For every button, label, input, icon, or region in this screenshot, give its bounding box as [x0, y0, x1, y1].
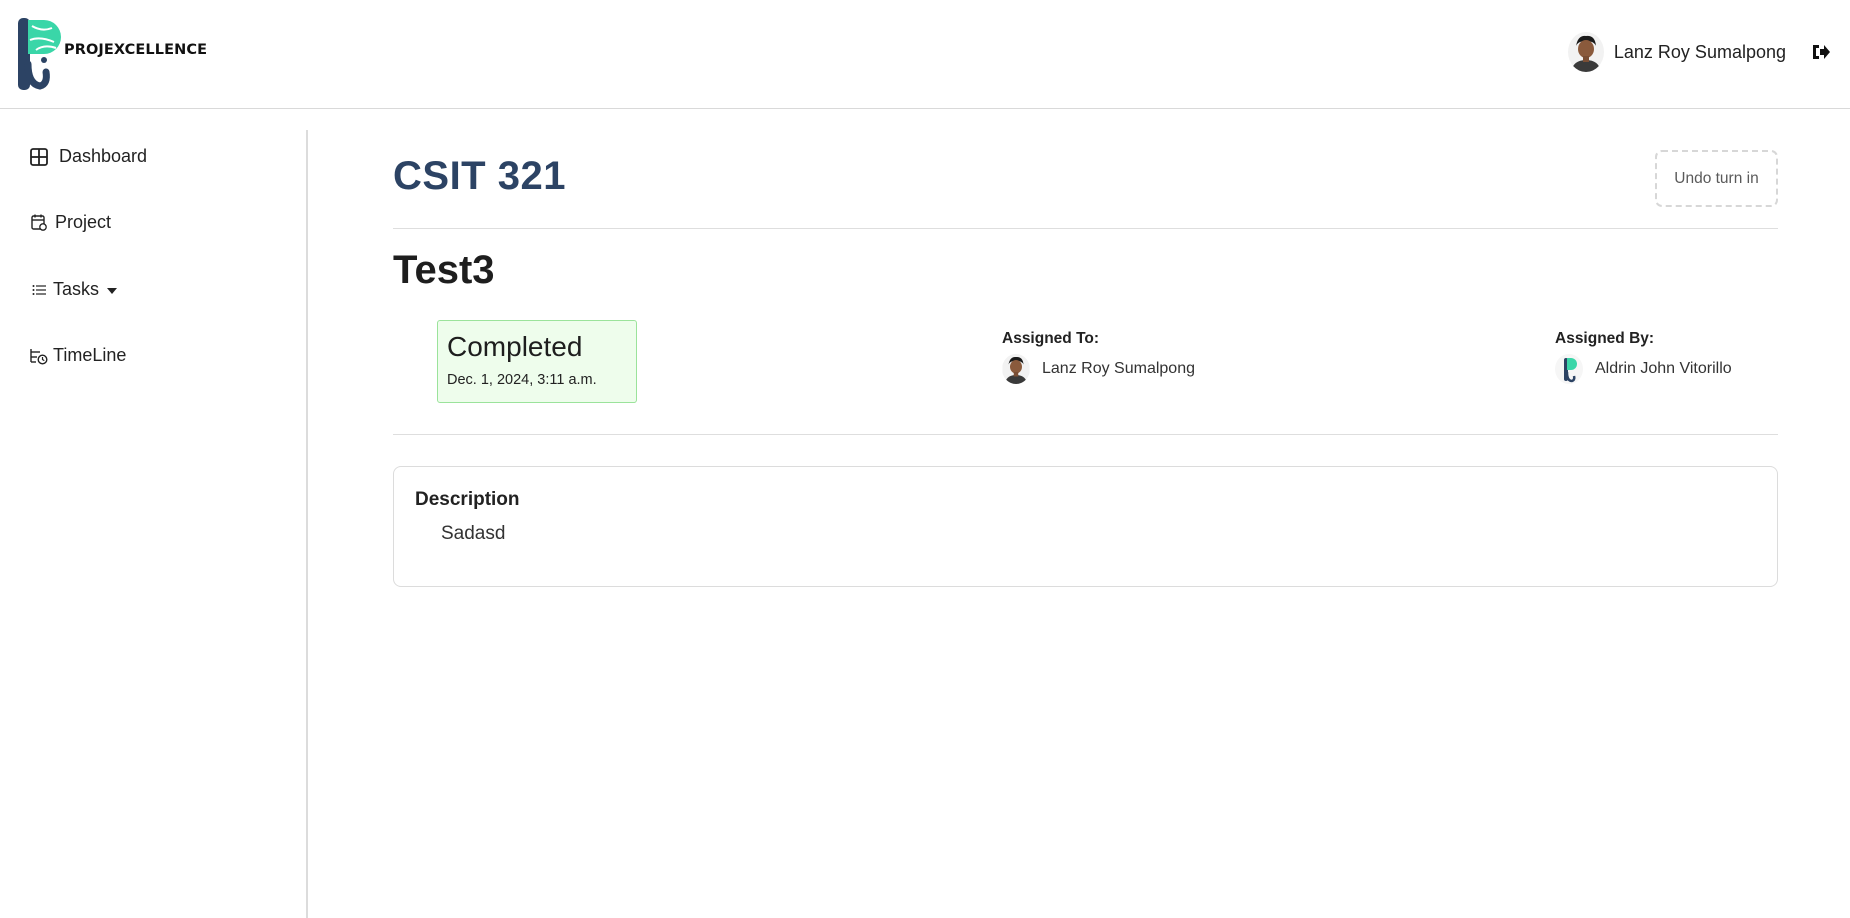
assigned-by: Assigned By: Aldrin John Vitorillo: [1555, 320, 1732, 384]
user-name[interactable]: Lanz Roy Sumalpong: [1614, 42, 1786, 63]
list-icon: [29, 280, 49, 300]
top-navbar: PROJEXCELLENCE Lanz Roy Sumalpong: [0, 0, 1850, 109]
sidebar-item-tasks[interactable]: Tasks: [29, 279, 118, 300]
calendar-icon: [29, 213, 49, 233]
brand[interactable]: PROJEXCELLENCE: [18, 18, 207, 90]
status-badge: Completed Dec. 1, 2024, 3:11 a.m.: [437, 320, 637, 403]
assigned-to: Assigned To: Lanz Roy Sumalpong: [1002, 320, 1195, 384]
projexcellence-logo: [18, 18, 61, 90]
assigner-avatar: [1555, 354, 1583, 384]
assigner: Aldrin John Vitorillo: [1555, 354, 1732, 384]
description-card: Description Sadasd: [393, 466, 1778, 587]
assigner-name: Aldrin John Vitorillo: [1595, 360, 1732, 377]
assigned-to-label: Assigned To:: [1002, 330, 1100, 347]
sidebar-item-label: TimeLine: [53, 345, 127, 365]
sidebar-item-project[interactable]: Project: [29, 212, 111, 233]
course-title: CSIT 321: [393, 154, 566, 198]
description-heading: Description: [415, 489, 520, 510]
chevron-down-icon[interactable]: [107, 287, 118, 294]
sidebar-item-timeline[interactable]: TimeLine: [29, 345, 126, 366]
timeline-icon: [29, 346, 49, 366]
undo-turn-in-button[interactable]: Undo turn in: [1655, 150, 1778, 207]
sidebar: Dashboard Project Tasks TimeLine: [0, 130, 308, 918]
status-date: Dec. 1, 2024, 3:11 a.m.: [447, 372, 597, 388]
divider: [393, 434, 1778, 435]
description-text: Sadasd: [441, 523, 506, 544]
grid-icon: [29, 147, 49, 167]
sidebar-item-label: Tasks: [53, 279, 100, 299]
user-menu: Lanz Roy Sumalpong: [1567, 30, 1850, 74]
assignee-name: Lanz Roy Sumalpong: [1042, 360, 1195, 377]
sidebar-item-dashboard[interactable]: Dashboard: [29, 146, 147, 167]
assignee: Lanz Roy Sumalpong: [1002, 354, 1195, 384]
divider: [393, 228, 1778, 229]
assigned-by-label: Assigned By:: [1555, 330, 1655, 347]
task-title: Test3: [393, 248, 495, 292]
brand-name: PROJEXCELLENCE: [64, 42, 208, 58]
status-label: Completed: [447, 331, 583, 362]
sidebar-item-label: Dashboard: [59, 146, 148, 166]
logout-icon[interactable]: [1810, 41, 1832, 63]
user-avatar[interactable]: [1567, 32, 1604, 72]
sidebar-item-label: Project: [55, 212, 112, 232]
assignee-avatar: [1002, 354, 1030, 384]
